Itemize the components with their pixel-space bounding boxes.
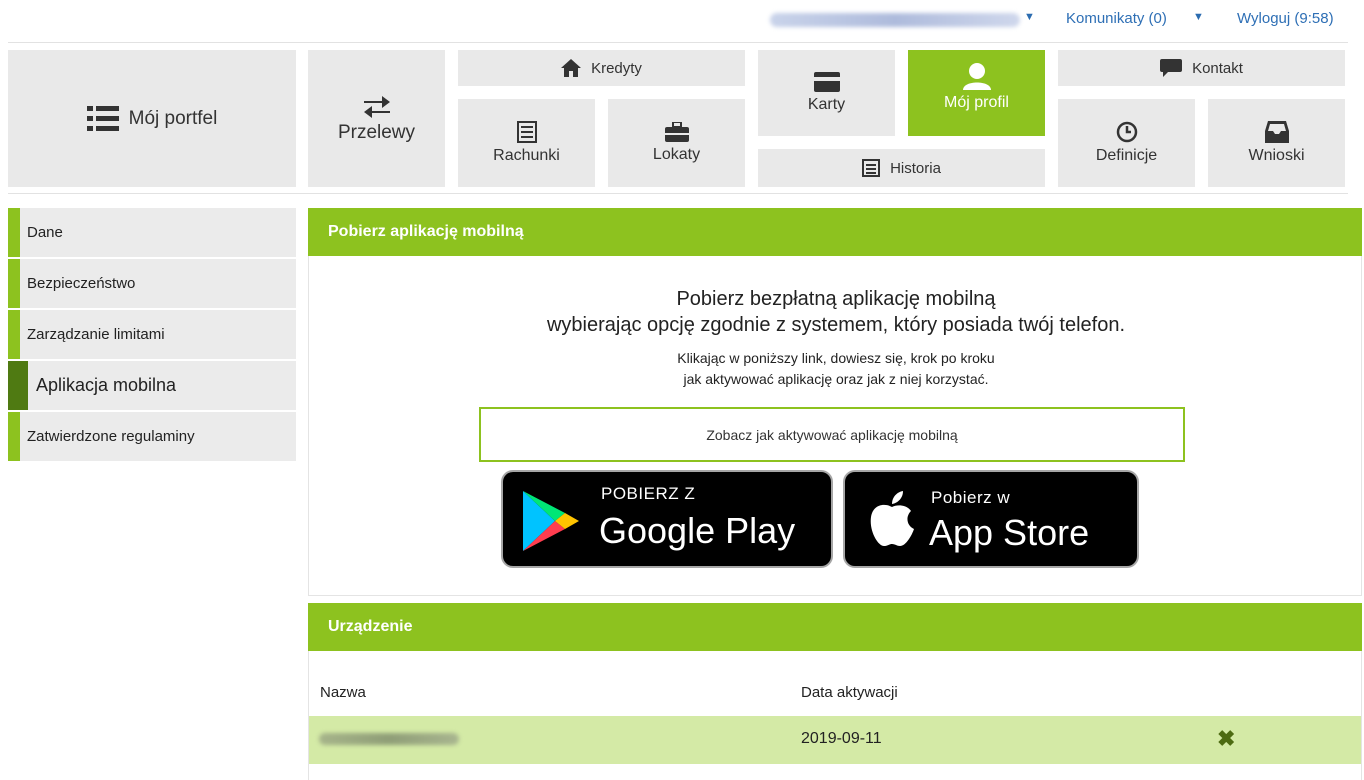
nav-definitions[interactable]: Definicje <box>1058 99 1195 187</box>
nav-credits-label: Kredyty <box>591 59 642 77</box>
user-icon <box>962 63 991 90</box>
google-play-button[interactable]: POBIERZ Z Google Play <box>501 470 833 568</box>
device-panel-header: Urządzenie <box>308 603 1362 651</box>
sidebar-item-label: Dane <box>27 224 63 241</box>
list-icon <box>86 105 119 131</box>
sidebar-item-label: Zatwierdzone regulaminy <box>27 428 195 445</box>
nav-history[interactable]: Historia <box>758 149 1045 187</box>
promo-subtitle: Klikając w poniższy link, dowiesz się, k… <box>677 350 995 366</box>
sidebar-item-mobile-app[interactable]: Aplikacja mobilna <box>8 361 296 410</box>
nav-contact-label: Kontakt <box>1192 59 1243 77</box>
app-store-button[interactable]: Pobierz w App Store <box>843 470 1139 568</box>
table-row: 2019-09-11 ✖ <box>309 716 1361 764</box>
top-bar: ▼ Komunikaty (0) ▼ Wyloguj (9:58) <box>0 0 1364 42</box>
nav-cards-label: Karty <box>807 96 846 113</box>
nav-applications-label: Wnioski <box>1248 147 1305 164</box>
clock-icon <box>1116 121 1137 143</box>
nav-accounts[interactable]: Rachunki <box>458 99 595 187</box>
column-header-activation-date: Data aktywacji <box>801 684 898 701</box>
nav-cards[interactable]: Karty <box>758 50 895 136</box>
chat-bubble-icon <box>1160 59 1183 77</box>
sidebar-item-label: Bezpieczeństwo <box>27 275 136 292</box>
divider <box>8 193 1348 194</box>
promo-title: Pobierz bezpłatną aplikację mobilną <box>676 288 996 310</box>
sidebar-item-limits[interactable]: Zarządzanie limitami <box>8 310 296 359</box>
transfer-arrows-icon <box>363 95 390 118</box>
divider <box>8 42 1348 43</box>
user-dropdown-caret-icon[interactable]: ▼ <box>1024 11 1035 23</box>
mobile-app-panel: Pobierz bezpłatną aplikację mobilną wybi… <box>308 256 1362 596</box>
ledger-icon <box>862 159 881 177</box>
user-name-blurred[interactable] <box>770 13 1020 27</box>
ledger-icon <box>516 121 537 143</box>
how-to-activate-label: Zobacz jak aktywować aplikację mobilną <box>706 426 958 443</box>
nav-my-profile-label: Mój profil <box>944 94 1009 111</box>
device-panel: Nazwa Data aktywacji 2019-09-11 ✖ <box>308 651 1362 780</box>
nav-history-label: Historia <box>890 159 941 177</box>
home-icon <box>561 59 582 77</box>
messages-dropdown-caret-icon[interactable]: ▼ <box>1193 11 1204 23</box>
credit-card-icon <box>813 72 840 92</box>
nav-my-portfolio-label: Mój portfel <box>128 107 218 129</box>
google-play-icon <box>523 491 579 551</box>
sidebar-item-label: Zarządzanie limitami <box>27 326 165 343</box>
promo-title: wybierając opcję zgodnie z systemem, któ… <box>546 314 1126 336</box>
app-store-small-text: Pobierz w <box>931 488 1011 507</box>
nav-my-portfolio[interactable]: Mój portfel <box>8 50 296 187</box>
device-name-blurred <box>319 733 459 745</box>
promo-subtitle: jak aktywować aplikację oraz jak z niej … <box>683 371 989 387</box>
delete-device-icon[interactable]: ✖ <box>1217 726 1235 752</box>
sidebar-item-regulations[interactable]: Zatwierdzone regulaminy <box>8 412 296 461</box>
nav-definitions-label: Definicje <box>1095 147 1158 164</box>
nav-deposits[interactable]: Lokaty <box>608 99 745 187</box>
sidebar-item-dane[interactable]: Dane <box>8 208 296 257</box>
nav-deposits-label: Lokaty <box>652 146 701 163</box>
logout-link[interactable]: Wyloguj (9:58) <box>1237 10 1334 27</box>
nav-transfers-label: Przelewy <box>337 121 416 143</box>
mobile-app-panel-header: Pobierz aplikację mobilną <box>308 208 1362 256</box>
sidebar-item-label: Aplikacja mobilna <box>36 375 177 395</box>
nav-my-profile[interactable]: Mój profil <box>908 50 1045 136</box>
activation-date: 2019-09-11 <box>801 730 882 747</box>
column-header-name: Nazwa <box>320 684 366 701</box>
nav-accounts-label: Rachunki <box>493 147 560 164</box>
sidebar-item-security[interactable]: Bezpieczeństwo <box>8 259 296 308</box>
inbox-icon <box>1264 121 1289 143</box>
google-play-big-text: Google Play <box>599 510 796 551</box>
messages-link[interactable]: Komunikaty (0) <box>1066 10 1167 27</box>
nav-transfers[interactable]: Przelewy <box>308 50 445 187</box>
nav-applications[interactable]: Wnioski <box>1208 99 1345 187</box>
apple-icon <box>870 491 914 546</box>
how-to-activate-button[interactable]: Zobacz jak aktywować aplikację mobilną <box>479 407 1185 462</box>
google-play-small-text: POBIERZ Z <box>601 484 696 503</box>
briefcase-icon <box>664 122 689 142</box>
nav-contact[interactable]: Kontakt <box>1058 50 1345 86</box>
app-store-big-text: App Store <box>929 512 1090 553</box>
nav-credits[interactable]: Kredyty <box>458 50 745 86</box>
